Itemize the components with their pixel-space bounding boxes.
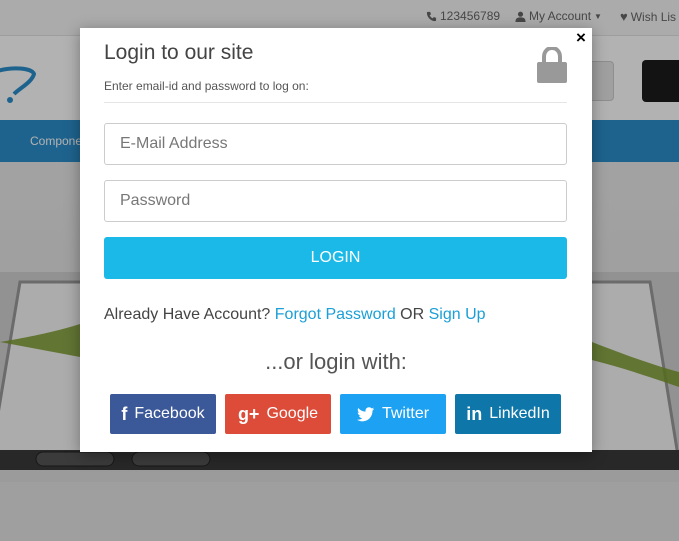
already-have-account-text: Already Have Account? (104, 306, 271, 323)
forgot-password-link[interactable]: Forgot Password (275, 306, 396, 323)
google-plus-icon: g+ (237, 403, 260, 424)
login-modal: × Login to our site Enter email-id and p… (80, 28, 592, 452)
login-button[interactable]: LOGIN (104, 237, 567, 279)
sign-up-link[interactable]: Sign Up (429, 306, 486, 323)
facebook-label: Facebook (134, 405, 205, 422)
password-input[interactable] (104, 180, 567, 222)
twitter-label: Twitter (381, 405, 430, 422)
twitter-icon (356, 406, 375, 421)
email-input[interactable] (104, 123, 567, 165)
linkedin-label: LinkedIn (489, 405, 550, 422)
google-label: Google (266, 405, 319, 422)
divider (104, 102, 567, 103)
close-button[interactable]: × (570, 28, 592, 50)
linkedin-login-button[interactable]: in LinkedIn (455, 394, 561, 434)
lock-icon (537, 47, 567, 83)
or-text: OR (400, 306, 425, 323)
facebook-login-button[interactable]: f Facebook (110, 394, 216, 434)
facebook-icon: f (121, 403, 128, 424)
account-links: Already Have Account? Forgot Password OR… (104, 306, 486, 324)
linkedin-icon: in (466, 403, 483, 424)
modal-title: Login to our site (104, 41, 254, 64)
twitter-login-button[interactable]: Twitter (340, 394, 446, 434)
or-login-with-text: ...or login with: (265, 349, 407, 374)
modal-subtitle: Enter email-id and password to log on: (104, 79, 309, 93)
google-login-button[interactable]: g+ Google (225, 394, 331, 434)
